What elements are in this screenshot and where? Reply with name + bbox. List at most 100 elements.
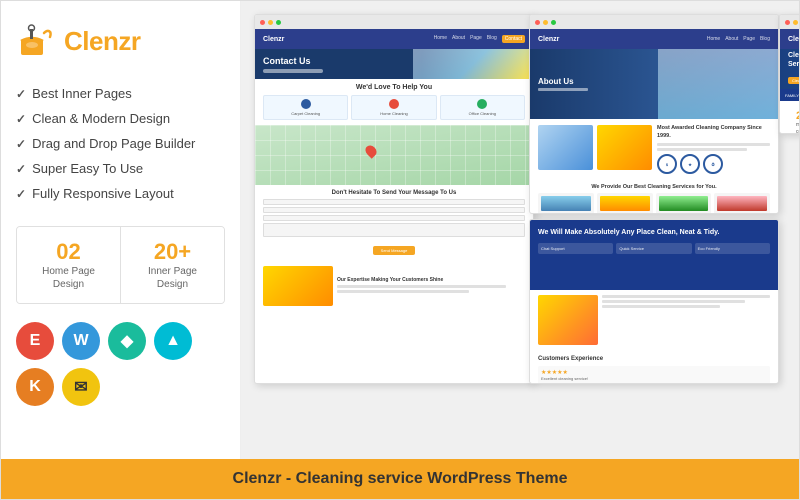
- about-hero-content: About Us: [538, 77, 588, 91]
- nav-link: Contact: [502, 35, 525, 43]
- about-main-title: Most Awarded Cleaning Company Since 1999…: [657, 125, 770, 140]
- mock-nav-contact: Clenzr Home About Page Blog Contact: [255, 29, 533, 49]
- minimize-dot: [543, 20, 548, 25]
- cleaning-text-area: [602, 295, 770, 345]
- service-box-3: Office Cleaning: [440, 95, 525, 120]
- service-card-1: Carpet: [538, 193, 594, 214]
- expertise-section: Our Expertise Making Your Customers Shin…: [255, 262, 533, 310]
- nav-link: Home: [434, 35, 447, 43]
- review-text-1: Excellent cleaning service!: [541, 376, 767, 381]
- stars-1: ★★★★★: [541, 369, 767, 376]
- blue-card-2: Quick Service: [616, 243, 691, 254]
- form-input-email[interactable]: [263, 207, 525, 213]
- browser-bar-about: [530, 15, 778, 29]
- form-input-name[interactable]: [263, 199, 525, 205]
- inner-page-number: 20+: [131, 239, 214, 265]
- form-title: Don't Hesitate To Send Your Message To U…: [263, 190, 525, 196]
- service-text-3: Office Cleaning: [444, 111, 521, 116]
- badge-timer: ⏱: [703, 154, 723, 174]
- screenshot-about: Clenzr Home About Page Blog About Us: [529, 14, 779, 214]
- footer-title: Clenzr - Cleaning service WordPress Them…: [233, 470, 568, 488]
- nav-link-about: About: [725, 36, 738, 42]
- badge-affordable: $: [657, 154, 677, 174]
- home-stats-row: 20+ most awarded cleaning company: [780, 101, 799, 134]
- service-label-4: Hotel: [717, 213, 767, 214]
- logo-area: Clenzr: [16, 21, 225, 61]
- text-line: [602, 305, 720, 308]
- expand-dot: [276, 20, 281, 25]
- home-page-number: 02: [27, 239, 110, 265]
- home-page-stat: 02 Home Page Design: [17, 227, 121, 303]
- text-line: [337, 285, 506, 288]
- logo-text: Clenzr: [64, 26, 140, 57]
- service-card-4: Hotel: [714, 193, 770, 214]
- service-card-3: Office: [656, 193, 712, 214]
- services-section: We Provide Our Best Cleaning Services fo…: [530, 180, 778, 214]
- text-line: [337, 290, 469, 293]
- customers-title: Customers Experience: [538, 356, 770, 362]
- main-container: Clenzr Best Inner Pages Clean & Modern D…: [0, 0, 800, 500]
- nav-link: About: [452, 35, 465, 43]
- form-input-phone[interactable]: [263, 215, 525, 221]
- customers-section: Customers Experience ★★★★★ Excellent cle…: [530, 350, 778, 384]
- screenshot-contact: Clenzr Home About Page Blog Contact: [254, 14, 534, 384]
- elementor-icon: E: [16, 322, 54, 360]
- service-label-1: Carpet: [541, 213, 591, 214]
- award-stat: 20+ most awarded cleaning company: [788, 106, 799, 134]
- feature-item: Fully Responsive Layout: [16, 181, 225, 206]
- mock-nav-about: Clenzr Home About Page Blog: [530, 29, 778, 49]
- close-dot: [785, 20, 790, 25]
- browser-bar-home: [780, 15, 799, 29]
- feature-item: Clean & Modern Design: [16, 106, 225, 131]
- tech-icons-row: E W ◆ ▲ K ✉: [16, 322, 225, 406]
- service-icon-2: [389, 99, 399, 109]
- blue-card-text-2: Quick Service: [619, 246, 688, 251]
- nav-links-about: Home About Page Blog: [707, 36, 770, 42]
- expertise-title: Our Expertise Making Your Customers Shin…: [337, 277, 525, 283]
- mock-help-section: We'd Love To Help You Carpet Cleaning Ho…: [255, 79, 533, 125]
- cleaning-img-1: [538, 295, 598, 345]
- about-image-row: [538, 125, 652, 174]
- service-label-2: House: [600, 213, 650, 214]
- mailchimp-icon: ✉: [62, 368, 100, 406]
- blue-clean-section: We Will Make Absolutely Any Place Clean,…: [530, 220, 778, 290]
- mock-contact-hero-img: [413, 49, 533, 79]
- mock-logo-home: Clenzr: [788, 36, 799, 43]
- minimize-dot: [793, 20, 798, 25]
- mock-badges: $ ★ ⏱: [657, 154, 770, 174]
- nav-link-home: Home: [707, 36, 720, 42]
- bottom-footer: Clenzr - Cleaning service WordPress Them…: [1, 459, 799, 499]
- feature-item: Super Easy To Use: [16, 156, 225, 181]
- about-breadcrumb: [538, 88, 588, 91]
- banner-item-1: FAMILY CLEANING: [785, 93, 799, 98]
- service-icon-1: [301, 99, 311, 109]
- breadcrumb-line: [263, 69, 323, 73]
- map-grid: [255, 125, 533, 185]
- cleaning-tag: Cleaning: [788, 77, 799, 84]
- plugin-arrow-icon: ▲: [154, 322, 192, 360]
- center-panel: Clenzr Home About Page Blog Contact: [241, 1, 799, 459]
- blue-cards: Chat Support Quick Service Eco Friendly: [538, 243, 770, 254]
- nav-link-blog: Blog: [760, 36, 770, 42]
- blue-card-text-3: Eco Friendly: [698, 246, 767, 251]
- form-submit-button[interactable]: Send Message: [373, 246, 416, 255]
- mock-contact-hero: Contact Us: [255, 49, 533, 79]
- feature-item: Best Inner Pages: [16, 81, 225, 106]
- service-img-1: [541, 196, 591, 211]
- about-page-label: About Us: [538, 77, 588, 86]
- text-line: [657, 143, 770, 146]
- form-textarea[interactable]: [263, 223, 525, 237]
- content-area: Clenzr Best Inner Pages Clean & Modern D…: [1, 1, 799, 459]
- blue-card-3: Eco Friendly: [695, 243, 770, 254]
- inner-page-label: Inner Page Design: [131, 265, 214, 291]
- mock-nav-home: Clenzr Home About Page Contact: [780, 29, 799, 49]
- screenshot-home: Clenzr Home About Page Contact CleaningS…: [779, 14, 799, 134]
- wordpress-icon: W: [62, 322, 100, 360]
- stat-number: 20+: [796, 110, 799, 122]
- mock-logo-about: Clenzr: [538, 36, 559, 43]
- expertise-text-area: Our Expertise Making Your Customers Shin…: [337, 277, 525, 295]
- minimize-dot: [268, 20, 273, 25]
- stat-desc: most awarded cleaning company: [796, 122, 799, 134]
- plugin-k-icon: K: [16, 368, 54, 406]
- mock-logo: Clenzr: [263, 36, 284, 43]
